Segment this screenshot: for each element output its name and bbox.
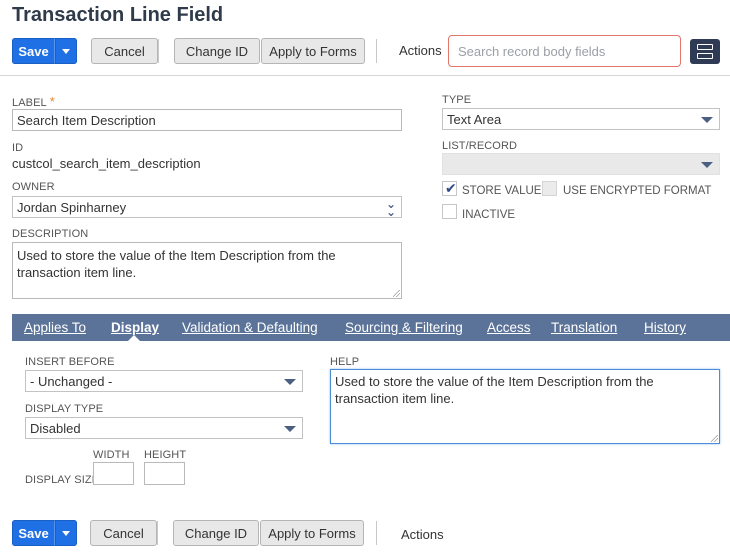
label-field-label: LABEL * [12,94,55,109]
header-divider [0,75,730,76]
save-split-button: Save [12,38,77,64]
display-width-input[interactable] [93,462,134,485]
description-value: Used to store the value of the Item Desc… [17,248,336,280]
list-record-field-label: LIST/RECORD [442,140,518,152]
save-menu-button[interactable] [55,38,77,64]
required-mark: * [49,94,55,109]
list-record-select [442,153,720,175]
layout-toggle-button[interactable] [690,39,720,64]
save-button-bottom[interactable]: Save [12,520,55,546]
help-textarea[interactable]: Used to store the value of the Item Desc… [330,369,720,444]
bottom-toolbar: Save Cancel Change ID Apply to Forms Act… [12,520,452,546]
tab-history[interactable]: History [644,320,686,335]
id-field-label: ID [12,142,24,154]
top-toolbar: Save Cancel Change ID Apply to Forms Act… [12,38,442,64]
caret-down-icon [62,530,70,536]
display-type-label: DISPLAY TYPE [25,403,104,415]
insert-before-value: - Unchanged - [30,373,113,389]
resize-grip-icon[interactable] [393,290,400,297]
save-split-button-bottom: Save [12,520,77,546]
toolbar-divider [376,39,377,63]
display-type-value: Disabled [30,420,81,436]
apply-to-forms-button[interactable]: Apply to Forms [261,38,365,64]
tab-applies-to[interactable]: Applies To [24,320,86,335]
page-title: Transaction Line Field [12,4,224,26]
checkmark-icon: ✔ [445,180,457,196]
display-size-label: DISPLAY SIZE [25,474,100,486]
save-menu-button-bottom[interactable] [55,520,77,546]
tab-access[interactable]: Access [487,320,531,335]
use-encrypted-format-checkbox [542,181,557,196]
tab-validation-defaulting[interactable]: Validation & Defaulting [182,320,318,335]
inactive-label: INACTIVE [462,209,516,221]
label-field-label-text: LABEL [12,97,47,109]
double-chevron-down-icon[interactable]: ⌄ ⌄ [386,198,396,218]
tab-sourcing-filtering[interactable]: Sourcing & Filtering [345,320,463,335]
height-label: HEIGHT [144,449,187,461]
subtab-bar: Applies To Display Validation & Defaulti… [12,314,730,341]
owner-select[interactable]: Jordan Spinharney ⌄ ⌄ [12,196,402,218]
use-encrypted-format-label: USE ENCRYPTED FORMAT [563,185,712,197]
type-field-label: TYPE [442,94,472,106]
dropdown-arrow-icon [284,426,296,432]
tab-translation[interactable]: Translation [551,320,617,335]
dropdown-arrow-icon [284,379,296,385]
inactive-checkbox[interactable] [442,204,457,219]
display-type-select[interactable]: Disabled [25,417,303,439]
cancel-button[interactable]: Cancel [91,38,158,64]
active-tab-indicator [128,335,140,341]
dropdown-arrow-icon [701,117,713,123]
owner-field-label: OWNER [12,181,55,193]
actions-menu-bottom[interactable]: Actions [401,527,444,542]
search-record-fields-input[interactable]: Search record body fields [448,35,681,67]
toolbar-divider [376,521,377,545]
toolbar-divider [158,39,159,63]
tab-display[interactable]: Display [111,320,159,335]
display-height-input[interactable] [144,462,185,485]
insert-before-label: INSERT BEFORE [25,356,115,368]
description-field-label: DESCRIPTION [12,228,89,240]
help-label: HELP [330,356,360,368]
description-textarea[interactable]: Used to store the value of the Item Desc… [12,242,402,299]
toolbar-divider [157,521,158,545]
dropdown-arrow-icon [701,162,713,168]
change-id-button-bottom[interactable]: Change ID [173,520,259,546]
width-label: WIDTH [93,449,130,461]
type-select[interactable]: Text Area [442,108,720,130]
change-id-button[interactable]: Change ID [174,38,260,64]
store-value-checkbox[interactable]: ✔ [442,180,457,196]
apply-to-forms-button-bottom[interactable]: Apply to Forms [260,520,364,546]
resize-grip-icon[interactable] [711,435,718,442]
help-value: Used to store the value of the Item Desc… [335,374,654,406]
id-value: custcol_search_item_description [12,156,201,171]
type-value: Text Area [447,111,502,127]
layout-icon-top [697,44,713,50]
caret-down-icon [62,48,70,54]
save-button[interactable]: Save [12,38,55,64]
store-value-label: STORE VALUE [462,185,542,197]
label-input[interactable]: Search Item Description [12,109,402,131]
layout-icon-bottom [697,53,713,59]
owner-value: Jordan Spinharney [17,199,127,215]
cancel-button-bottom[interactable]: Cancel [90,520,157,546]
insert-before-select[interactable]: - Unchanged - [25,370,303,392]
actions-menu[interactable]: Actions [399,43,442,58]
